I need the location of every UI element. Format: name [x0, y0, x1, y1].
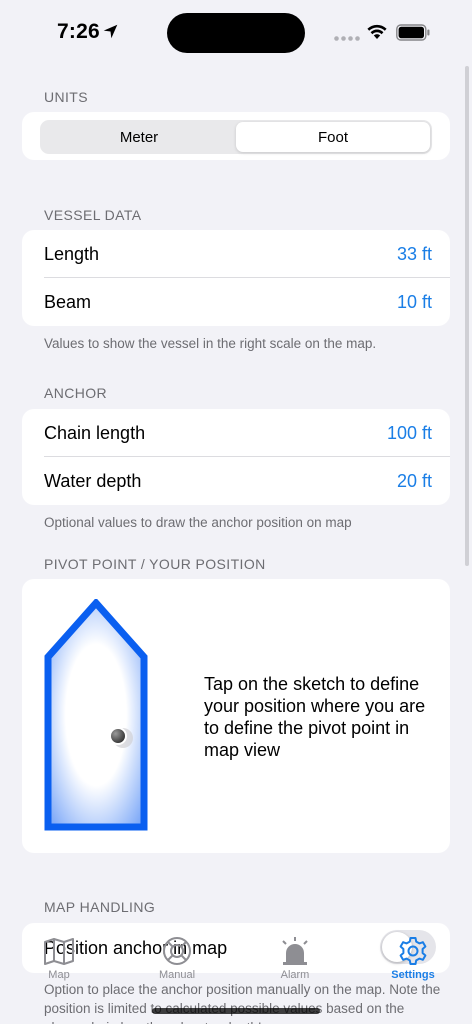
vessel-card: Length 33 ft Beam 10 ft — [22, 230, 450, 326]
vessel-footnote: Values to show the vessel in the right s… — [44, 336, 377, 351]
water-depth-value[interactable]: 20 ft — [397, 471, 432, 492]
hull-outline[interactable] — [44, 599, 148, 831]
pivot-section-header: PIVOT POINT / YOUR POSITION — [44, 556, 266, 572]
water-depth-label: Water depth — [44, 470, 142, 491]
vessel-length-row[interactable]: Length 33 ft — [22, 230, 450, 278]
units-card: Meter Foot — [22, 112, 450, 160]
anchor-card: Chain length 100 ft Water depth 20 ft — [22, 409, 450, 505]
location-arrow-icon — [103, 24, 118, 39]
vessel-length-label: Length — [44, 243, 100, 264]
chain-length-label: Chain length — [44, 422, 146, 443]
tab-manual-label: Manual — [158, 969, 196, 981]
status-time: 7:26 — [57, 20, 100, 43]
chain-length-value[interactable]: 100 ft — [387, 423, 432, 444]
lifebuoy-icon — [163, 937, 191, 965]
vessel-beam-row[interactable]: Beam 10 ft — [22, 278, 450, 326]
wifi-icon — [367, 24, 387, 39]
tab-settings[interactable]: Settings — [373, 936, 453, 986]
segment-meter[interactable]: Meter — [42, 122, 236, 152]
vessel-beam-label: Beam — [44, 291, 92, 312]
anchor-section-header: ANCHOR — [44, 385, 108, 401]
pivot-card: Tap on the sketch to define your positio… — [22, 579, 450, 853]
water-depth-row[interactable]: Water depth 20 ft — [22, 457, 450, 505]
gear-icon — [399, 937, 427, 965]
cellular-signal-icon — [334, 36, 360, 41]
tab-map[interactable]: Map — [19, 936, 99, 986]
vessel-sketch[interactable] — [44, 599, 148, 831]
units-section-header: UNITS — [44, 89, 88, 105]
tab-alarm-label: Alarm — [280, 969, 310, 981]
vessel-length-value[interactable]: 33 ft — [397, 244, 432, 265]
vessel-beam-value[interactable]: 10 ft — [397, 292, 432, 313]
tab-map-label: Map — [48, 969, 70, 981]
units-segmented-control[interactable]: Meter Foot — [40, 120, 432, 154]
segment-foot[interactable]: Foot — [236, 122, 430, 152]
map-handling-section-header: MAP HANDLING — [44, 899, 156, 915]
pivot-point-marker[interactable] — [109, 727, 127, 745]
map-icon — [44, 938, 74, 965]
chain-length-row[interactable]: Chain length 100 ft — [22, 409, 450, 457]
battery-icon — [396, 24, 430, 41]
tab-settings-label: Settings — [391, 969, 435, 981]
dynamic-island — [167, 13, 305, 53]
tab-manual[interactable]: Manual — [137, 936, 217, 986]
anchor-footnote: Optional values to draw the anchor posit… — [44, 515, 352, 530]
home-indicator — [152, 1008, 320, 1014]
tab-alarm[interactable]: Alarm — [255, 936, 335, 986]
vessel-section-header: VESSEL DATA — [44, 207, 142, 223]
alarm-light-icon — [282, 937, 308, 965]
pivot-instruction: Tap on the sketch to define your positio… — [204, 674, 426, 760]
status-bar: 7:26 — [0, 0, 472, 64]
scroll-indicator[interactable] — [465, 66, 469, 566]
